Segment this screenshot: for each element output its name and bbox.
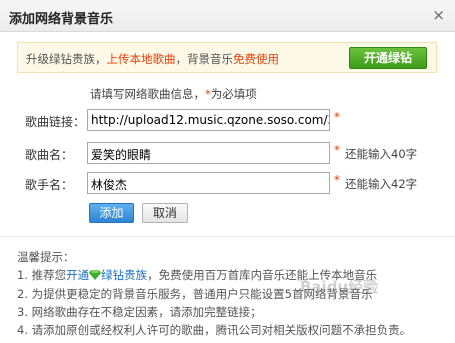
green-diamond-icon (89, 270, 102, 280)
promo-prefix: 升级绿钻贵族， (26, 52, 107, 66)
tips-title: 温馨提示： (17, 250, 75, 264)
promo-banner: 升级绿钻贵族，上传本地歌曲，背景音乐免费使用 开通绿钻 (17, 42, 437, 73)
song-name-label: 歌曲名： (25, 148, 74, 162)
tip-3: 3. 网络歌曲存在不稳定因素，请添加完整链接； (17, 305, 262, 319)
tip1-open-link[interactable]: 开通 (66, 268, 89, 282)
open-green-diamond-button[interactable]: 开通绿钻 (349, 47, 427, 69)
dialog-title: 添加网络背景音乐 (9, 12, 114, 27)
tip1-prefix: 1. 推荐您 (17, 268, 67, 282)
cancel-button[interactable]: 取消 (142, 203, 188, 223)
singer-name-input[interactable]: 林俊杰 (87, 172, 330, 194)
hint-text: 请填写网络歌曲信息， (90, 87, 205, 101)
dialog-titlebar: 添加网络背景音乐 × (0, 0, 455, 32)
add-music-dialog: 添加网络背景音乐 × 升级绿钻贵族，上传本地歌曲，背景音乐免费使用 开通绿钻 请… (0, 0, 455, 343)
singer-required-mark: * (334, 173, 340, 187)
promo-middle: ，背景音乐 (175, 52, 234, 66)
url-required-mark: * (334, 110, 340, 124)
song-url-input[interactable]: http://upload12.music.qzone.soso.com/307 (87, 109, 330, 131)
tip-4: 4. 请添加原创或经权利人许可的歌曲，腾讯公司对相关版权问题不承担负责。 (17, 323, 412, 337)
name-remaining-count: 还能输入40字 (345, 147, 418, 161)
singer-remaining-count: 还能输入42字 (345, 177, 418, 191)
close-icon[interactable]: × (432, 7, 445, 23)
promo-text: 升级绿钻贵族，上传本地歌曲，背景音乐免费使用 (26, 51, 279, 67)
singer-name-label: 歌手名： (25, 178, 74, 192)
form-hint: 请填写网络歌曲信息，*为必填项 (90, 86, 257, 102)
watermark: Baidu经验 (300, 278, 379, 296)
promo-free-text: 免费使用 (233, 52, 279, 66)
tip1-green-diamond-link[interactable]: 绿钻贵族 (101, 268, 147, 282)
song-url-label: 歌曲链接： (25, 115, 86, 129)
add-button[interactable]: 添加 (89, 203, 134, 223)
section-divider (0, 236, 455, 237)
name-required-mark: * (334, 143, 340, 157)
hint-required: 为必填项 (210, 87, 257, 101)
upload-local-link[interactable]: 上传本地歌曲 (107, 52, 176, 66)
song-name-input[interactable]: 爱笑的眼睛 (87, 142, 330, 164)
